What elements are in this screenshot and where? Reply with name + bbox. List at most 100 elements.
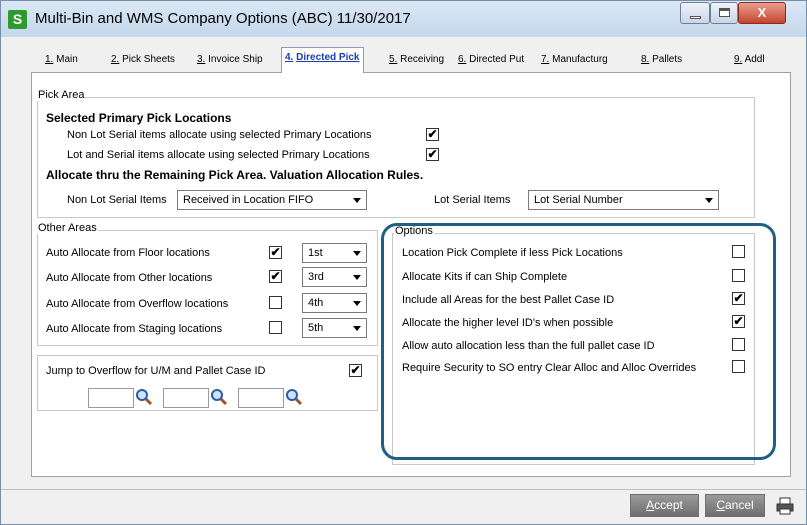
option-less-than-full-label: Allow auto allocation less than the full… (402, 340, 655, 352)
maximize-icon (719, 8, 730, 17)
tab-key: 7. (541, 54, 550, 65)
printer-icon[interactable] (775, 496, 795, 516)
floor-order-select[interactable]: 1st (302, 243, 367, 263)
tab-strip: 1. Main 2. Pick Sheets 3. Invoice Ship 4… (31, 47, 791, 74)
lot-items-value: Lot Serial Number (534, 194, 623, 206)
overflow-locations-checkbox[interactable] (269, 296, 282, 309)
other-locations-label: Auto Allocate from Other locations (46, 272, 213, 284)
lot-items-label: Lot Serial Items (434, 194, 511, 206)
tab-key: 4. (285, 52, 294, 63)
tab-key: 6. (458, 54, 467, 65)
overflow-locations-label: Auto Allocate from Overflow locations (46, 298, 229, 310)
cancel-hotkey: C (716, 498, 725, 512)
overflow-case-input[interactable] (238, 388, 284, 408)
minimize-icon (690, 16, 701, 19)
title-bar[interactable]: S Multi-Bin and WMS Company Options (ABC… (1, 1, 806, 37)
other-order-select[interactable]: 3rd (302, 267, 367, 287)
non-lot-items-label: Non Lot Serial Items (67, 194, 167, 206)
chevron-down-icon (353, 251, 361, 256)
option-kits-ship-label: Allocate Kits if can Ship Complete (402, 271, 568, 283)
overflow-order-value: 4th (308, 297, 324, 309)
chevron-down-icon (353, 275, 361, 280)
overflow-order-select[interactable]: 4th (302, 293, 367, 313)
option-require-security-checkbox[interactable] (732, 360, 745, 373)
tab-label: Receiving (400, 54, 445, 65)
option-kits-ship-checkbox[interactable] (732, 269, 745, 282)
tab-pick-sheets[interactable]: 2. Pick Sheets (111, 54, 175, 65)
tab-label: Directed Pick (296, 52, 360, 63)
tab-key: 1. (45, 54, 54, 65)
overflow-um-input[interactable] (88, 388, 134, 408)
floor-locations-checkbox[interactable]: ✔ (269, 246, 282, 259)
other-order-value: 3rd (308, 271, 324, 283)
lookup-magnifier-icon[interactable] (135, 388, 153, 406)
tab-label: Invoice Ship (208, 54, 263, 65)
maximize-button[interactable] (710, 2, 738, 24)
other-areas-group-label: Other Areas (37, 222, 98, 234)
tab-label: Manufacturg (552, 54, 608, 65)
accept-hotkey: A (646, 498, 655, 512)
accept-label: ccept (654, 498, 683, 512)
tab-key: 8. (641, 54, 650, 65)
tab-directed-put[interactable]: 6. Directed Put (458, 54, 524, 65)
button-bar: Accept Cancel (1, 489, 806, 525)
non-lot-primary-checkbox[interactable]: ✔ (426, 128, 439, 141)
chevron-down-icon (353, 301, 361, 306)
chevron-down-icon (353, 326, 361, 331)
accept-button[interactable]: Accept (630, 494, 699, 517)
tab-key: 9. (734, 54, 743, 65)
option-pick-complete-checkbox[interactable] (732, 245, 745, 258)
window-title: Multi-Bin and WMS Company Options (ABC) … (35, 10, 411, 27)
tab-pallets[interactable]: 8. Pallets (641, 54, 682, 65)
lookup-magnifier-icon[interactable] (285, 388, 303, 406)
cancel-label: ancel (724, 498, 754, 512)
staging-order-select[interactable]: 5th (302, 318, 367, 338)
jump-overflow-label: Jump to Overflow for U/M and Pallet Case… (46, 365, 266, 377)
tab-key: 5. (389, 54, 398, 65)
cancel-button[interactable]: Cancel (705, 494, 765, 517)
tab-label: Addl (744, 54, 765, 65)
close-icon: X (757, 5, 767, 20)
selected-primary-heading: Selected Primary Pick Locations (46, 111, 232, 125)
tab-key: 2. (111, 54, 120, 65)
chevron-down-icon (705, 198, 713, 203)
tab-manufacturing[interactable]: 7. Manufacturg (541, 54, 608, 65)
option-higher-level-label: Allocate the higher level ID's when poss… (402, 317, 614, 329)
tab-label: Directed Put (469, 54, 525, 65)
allocate-heading: Allocate thru the Remaining Pick Area. V… (46, 168, 424, 182)
tab-key: 3. (197, 54, 206, 65)
other-locations-checkbox[interactable]: ✔ (269, 270, 282, 283)
tab-addl[interactable]: 9. Addl (734, 54, 765, 65)
staging-locations-checkbox[interactable] (269, 321, 282, 334)
chevron-down-icon (353, 198, 361, 203)
overflow-pallet-input[interactable] (163, 388, 209, 408)
non-lot-primary-label: Non Lot Serial items allocate using sele… (67, 129, 372, 141)
tab-label: Pick Sheets (122, 54, 175, 65)
jump-overflow-checkbox[interactable]: ✔ (349, 364, 362, 377)
tab-label: Pallets (652, 54, 683, 65)
lookup-magnifier-icon[interactable] (210, 388, 228, 406)
tab-directed-pick[interactable]: 4. Directed Pick (281, 47, 364, 74)
app-logo-icon: S (8, 10, 27, 29)
options-group-label: Options (394, 225, 434, 237)
floor-order-value: 1st (308, 247, 323, 259)
tab-label: Main (56, 54, 78, 65)
pick-area-group-label: Pick Area (37, 89, 86, 101)
non-lot-items-value: Received in Location FIFO (183, 194, 314, 206)
lot-primary-label: Lot and Serial items allocate using sele… (67, 149, 370, 161)
tab-receiving[interactable]: 5. Receiving (389, 54, 444, 65)
option-all-areas-checkbox[interactable]: ✔ (732, 292, 745, 305)
close-button[interactable]: X (738, 2, 786, 24)
option-require-security-label: Require Security to SO entry Clear Alloc… (402, 362, 697, 374)
tab-main[interactable]: 1. Main (45, 54, 78, 65)
lot-primary-checkbox[interactable]: ✔ (426, 148, 439, 161)
lot-items-select[interactable]: Lot Serial Number (528, 190, 719, 210)
floor-locations-label: Auto Allocate from Floor locations (46, 247, 210, 259)
non-lot-items-select[interactable]: Received in Location FIFO (177, 190, 367, 210)
minimize-button[interactable] (680, 2, 710, 24)
tab-invoice-ship[interactable]: 3. Invoice Ship (197, 54, 263, 65)
option-pick-complete-label: Location Pick Complete if less Pick Loca… (402, 247, 623, 259)
option-higher-level-checkbox[interactable]: ✔ (732, 315, 745, 328)
staging-order-value: 5th (308, 322, 324, 334)
option-less-than-full-checkbox[interactable] (732, 338, 745, 351)
